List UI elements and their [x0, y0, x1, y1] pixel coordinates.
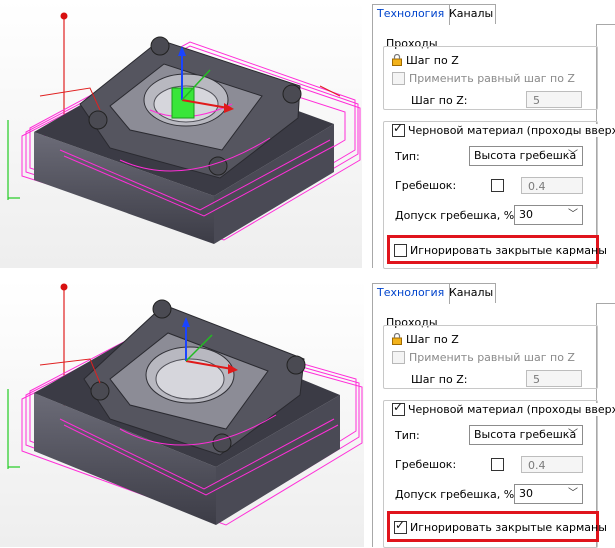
step-z-label: Шаг по Z [406, 333, 459, 346]
rough-material-checkbox[interactable] [392, 121, 405, 137]
tab-technology[interactable]: Технология [372, 283, 450, 304]
apply-equal-step-checkbox[interactable] [392, 351, 405, 364]
rough-material-label: Черновой материал (проходы вверх) [408, 403, 615, 416]
scallop-tolerance-select[interactable]: 30 ﹀ [514, 205, 583, 225]
scallop-tolerance-label: Допуск гребешка, %: [395, 209, 518, 222]
bottom-screenshot: Технология Каналы Проходы Шаг по Z Приме… [0, 279, 615, 548]
lock-icon[interactable] [391, 54, 403, 66]
chevron-down-icon: ﹀ [568, 150, 578, 161]
scallop-label: Гребешок: [395, 458, 457, 471]
scallop-input[interactable]: 0.4 [521, 456, 583, 473]
cam-viewport-top[interactable] [0, 0, 362, 268]
apply-equal-step-label: Применить равный шаг по Z [409, 72, 575, 85]
tab-content: Проходы Шаг по Z Применить равный шаг по… [372, 303, 615, 548]
step-z-label: Шаг по Z [406, 54, 459, 67]
chevron-down-icon: ﹀ [568, 488, 578, 499]
apply-equal-step-label: Применить равный шаг по Z [409, 351, 575, 364]
tab-bar: Технология Каналы [372, 4, 615, 25]
tool-icon [60, 283, 68, 291]
type-label: Тип: [395, 150, 420, 163]
operation-params-panel-bottom: Технология Каналы Проходы Шаг по Z Приме… [364, 279, 615, 548]
type-select-value: Высота гребешка [474, 149, 577, 162]
top-screenshot: Технология Каналы Проходы Шаг по Z Приме… [0, 0, 615, 269]
scallop-tolerance-value: 30 [519, 208, 533, 221]
chevron-down-icon: ﹀ [568, 429, 578, 440]
ignore-closed-pockets-label: Игнорировать закрытые карманы [410, 521, 607, 534]
rough-material-checkbox[interactable] [392, 400, 405, 416]
ignore-closed-pockets-checkbox[interactable] [394, 518, 407, 534]
scallop-label: Гребешок: [395, 179, 457, 192]
rough-material-label: Черновой материал (проходы вверх) [408, 124, 615, 137]
lock-icon[interactable] [391, 333, 403, 345]
scallop-checkbox[interactable] [491, 458, 504, 471]
scallop-tolerance-label: Допуск гребешка, %: [395, 488, 518, 501]
scallop-input[interactable]: 0.4 [521, 177, 583, 194]
type-select[interactable]: Высота гребешка ﹀ [469, 146, 583, 166]
step-z-field-label: Шаг по Z: [411, 94, 468, 107]
tool-icon [60, 12, 68, 20]
step-z-field-label: Шаг по Z: [411, 373, 468, 386]
ignore-closed-pockets-label: Игнорировать закрытые карманы [410, 244, 607, 257]
type-select[interactable]: Высота гребешка ﹀ [469, 425, 583, 445]
type-label: Тип: [395, 429, 420, 442]
tab-channels[interactable]: Каналы [444, 283, 496, 303]
tab-technology[interactable]: Технология [372, 4, 450, 25]
chevron-down-icon: ﹀ [568, 209, 578, 220]
step-z-input[interactable]: 5 [526, 370, 582, 387]
apply-equal-step-checkbox[interactable] [392, 72, 405, 85]
cam-viewport-bottom[interactable] [0, 279, 364, 547]
step-z-input[interactable]: 5 [526, 91, 582, 108]
tab-channels[interactable]: Каналы [444, 4, 496, 24]
type-select-value: Высота гребешка [474, 428, 577, 441]
scallop-tolerance-value: 30 [519, 487, 533, 500]
tab-bar: Технология Каналы [372, 283, 615, 304]
scallop-tolerance-select[interactable]: 30 ﹀ [514, 484, 583, 504]
scallop-checkbox[interactable] [491, 179, 504, 192]
ignore-closed-pockets-checkbox[interactable] [394, 244, 407, 257]
tab-content: Проходы Шаг по Z Применить равный шаг по… [372, 24, 615, 269]
operation-params-panel-top: Технология Каналы Проходы Шаг по Z Приме… [364, 0, 615, 269]
